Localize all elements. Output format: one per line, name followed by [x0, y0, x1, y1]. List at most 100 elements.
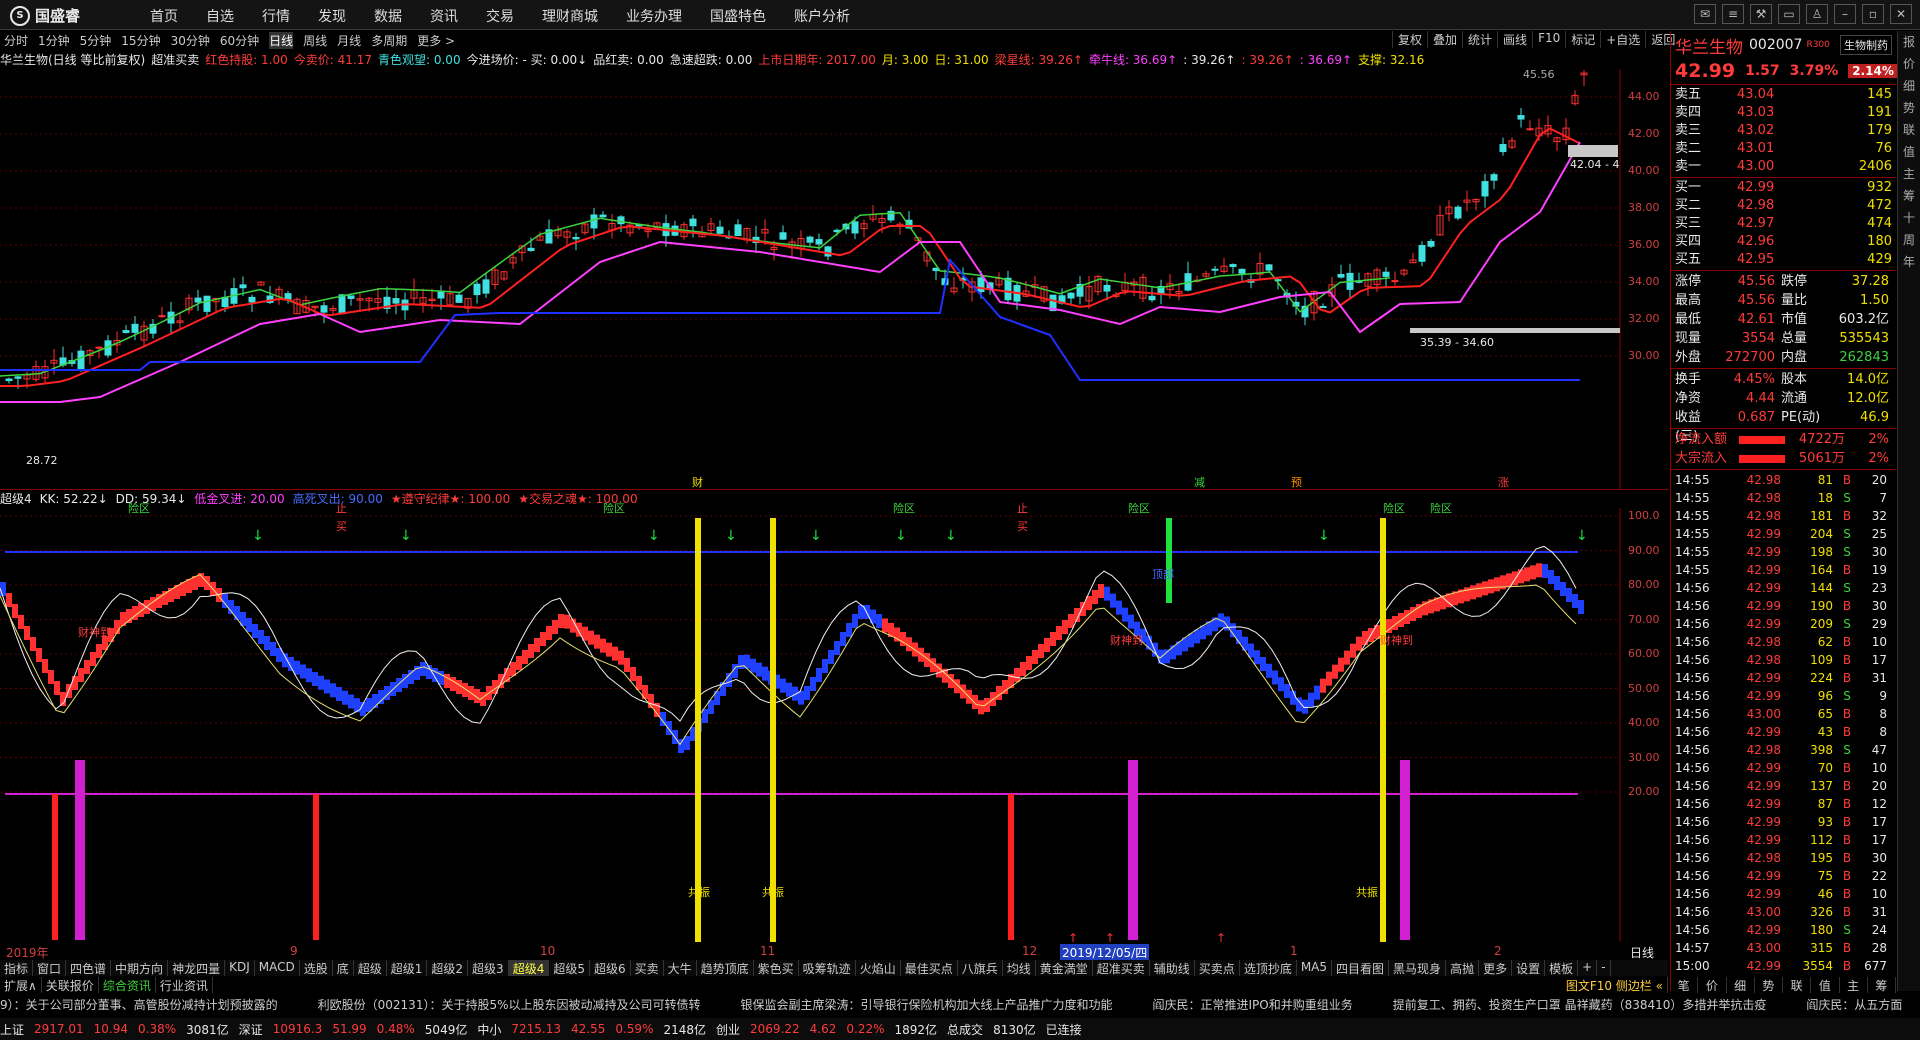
indicator-tab-5[interactable]: KDJ: [225, 960, 255, 976]
indicator-tab-9[interactable]: 超级: [354, 960, 387, 976]
bid-row-2[interactable]: 买三 42.97 474: [1671, 215, 1896, 233]
info-tab-0[interactable]: 扩展∧: [0, 977, 42, 993]
period-7[interactable]: 周线: [303, 32, 327, 49]
sidebar-item-10[interactable]: 年: [1898, 251, 1920, 273]
menu-item-1[interactable]: 自选: [206, 6, 234, 26]
sidebar-item-6[interactable]: 主: [1898, 163, 1920, 185]
menu-item-6[interactable]: 交易: [486, 6, 514, 26]
bid-row-0[interactable]: 买一 42.99 932: [1671, 179, 1896, 197]
menu-item-4[interactable]: 数据: [374, 6, 402, 26]
sidebar-item-7[interactable]: 筹: [1898, 185, 1920, 207]
indicator-tab-24[interactable]: 均线: [1003, 960, 1036, 976]
indicator-tab-32[interactable]: 黑马现身: [1389, 960, 1447, 976]
message-icon[interactable]: ✉: [1694, 4, 1716, 24]
menu-item-2[interactable]: 行情: [262, 6, 290, 26]
menu-item-5[interactable]: 资讯: [430, 6, 458, 26]
indicator-tab-21[interactable]: 火焰山: [856, 960, 901, 976]
tick-row-6[interactable]: 14:56 42.99 144 S 23: [1671, 579, 1896, 597]
tick-row-11[interactable]: 14:56 42.99 224 B 31: [1671, 669, 1896, 687]
sidebar-item-1[interactable]: 价: [1898, 53, 1920, 75]
tool-icon[interactable]: ⚒: [1750, 4, 1772, 24]
tick-row-25[interactable]: 14:56 42.99 180 S 24: [1671, 921, 1896, 939]
menu-icon[interactable]: ≡: [1722, 4, 1744, 24]
indicator-tab-4[interactable]: 神龙四量: [168, 960, 226, 976]
sidebar-item-3[interactable]: 势: [1898, 97, 1920, 119]
period-3[interactable]: 15分钟: [121, 32, 160, 49]
indicator-tab-10[interactable]: 超级1: [387, 960, 428, 976]
sidebar-item-9[interactable]: 周: [1898, 229, 1920, 251]
tick-row-14[interactable]: 14:56 42.99 43 B 8: [1671, 723, 1896, 741]
period-2[interactable]: 5分钟: [80, 32, 112, 49]
minimize-icon[interactable]: –: [1834, 4, 1856, 24]
menu-item-7[interactable]: 理财商城: [542, 6, 598, 26]
indicator-tab-13[interactable]: 超级4: [508, 960, 550, 976]
bid-row-1[interactable]: 买二 42.98 472: [1671, 197, 1896, 215]
tick-row-23[interactable]: 14:56 42.99 46 B 10: [1671, 885, 1896, 903]
panel-tab-4[interactable]: 联: [1783, 977, 1812, 993]
panel-tab-7[interactable]: 筹: [1868, 977, 1896, 993]
bid-row-3[interactable]: 买四 42.96 180: [1671, 233, 1896, 251]
tick-list[interactable]: 14:55 42.98 81 B 20 14:55 42.98 18 S 7 14:55 42.98 1…: [1671, 471, 1896, 975]
indicator-tab-19[interactable]: 紫色买: [754, 960, 799, 976]
sidebar-item-8[interactable]: 十: [1898, 207, 1920, 229]
tab-control-1[interactable]: +: [1578, 960, 1598, 976]
news-item-1[interactable]: 利欧股份（002131）：关于持股5%以上股东因被动减持及公司可转债转: [318, 998, 701, 1012]
sidebar-item-5[interactable]: 值: [1898, 141, 1920, 163]
ask-row-4[interactable]: 卖一 43.00 2406: [1671, 158, 1896, 176]
period-6[interactable]: 日线: [269, 32, 294, 49]
period-8[interactable]: 月线: [337, 32, 361, 49]
indicator-tab-0[interactable]: 指标: [0, 960, 34, 976]
ask-row-1[interactable]: 卖四 43.03 191: [1671, 104, 1896, 122]
panel-tab-5[interactable]: 值: [1811, 977, 1840, 993]
indicator-tab-22[interactable]: 最佳买点: [901, 960, 958, 976]
period-10[interactable]: 更多 >: [417, 32, 455, 49]
indicator-tab-31[interactable]: 四目看图: [1332, 960, 1390, 976]
tick-row-5[interactable]: 14:55 42.99 164 B 19: [1671, 561, 1896, 579]
maximize-icon[interactable]: ▫: [1862, 4, 1884, 24]
news-item-2[interactable]: 银保监会副主席梁涛：引导银行保险机构加大线上产品推广力度和功能: [741, 998, 1113, 1012]
panel-tab-1[interactable]: 价: [1698, 977, 1727, 993]
indicator-tab-20[interactable]: 吸筹轨迹: [799, 960, 856, 976]
tool-button-2[interactable]: 统计: [1462, 31, 1497, 48]
ask-row-0[interactable]: 卖五 43.04 145: [1671, 86, 1896, 104]
close-icon[interactable]: ✕: [1890, 4, 1912, 24]
tick-row-0[interactable]: 14:55 42.98 81 B 20: [1671, 471, 1896, 489]
tick-row-18[interactable]: 14:56 42.99 87 B 12: [1671, 795, 1896, 813]
tick-row-8[interactable]: 14:56 42.99 209 S 29: [1671, 615, 1896, 633]
tick-row-10[interactable]: 14:56 42.98 109 B 17: [1671, 651, 1896, 669]
app-logo[interactable]: S 国盛睿: [10, 5, 80, 26]
indicator-tab-6[interactable]: MACD: [255, 960, 300, 976]
tick-row-4[interactable]: 14:55 42.99 198 S 30: [1671, 543, 1896, 561]
tick-row-12[interactable]: 14:56 42.99 96 S 9: [1671, 687, 1896, 705]
industry-tag[interactable]: 生物制药: [1840, 35, 1892, 55]
tick-row-26[interactable]: 14:57 43.00 315 B 28: [1671, 939, 1896, 957]
tick-row-13[interactable]: 14:56 43.00 65 B 8: [1671, 705, 1896, 723]
indicator-tab-7[interactable]: 选股: [300, 960, 333, 976]
tool-button-3[interactable]: 画线: [1497, 31, 1532, 48]
indicator-name[interactable]: 超级4: [0, 492, 32, 506]
tick-row-17[interactable]: 14:56 42.99 137 B 20: [1671, 777, 1896, 795]
indicator-tab-27[interactable]: 辅助线: [1150, 960, 1195, 976]
tool-button-5[interactable]: 标记: [1565, 31, 1600, 48]
tool-button-1[interactable]: 叠加: [1427, 31, 1462, 48]
tab-control-2[interactable]: -: [1597, 960, 1611, 976]
indicator-tab-2[interactable]: 四色谱: [66, 960, 112, 976]
panel-tab-2[interactable]: 细: [1727, 977, 1755, 993]
indicator-tab-23[interactable]: 八旗兵: [958, 960, 1003, 976]
screen-icon[interactable]: ▭: [1778, 4, 1800, 24]
sidebar-toggle[interactable]: 图文F10 侧边栏 «: [1562, 977, 1668, 993]
tool-button-6[interactable]: +自选: [1600, 31, 1645, 48]
indicator-tab-25[interactable]: 黄金満堂: [1036, 960, 1093, 976]
period-4[interactable]: 30分钟: [171, 32, 210, 49]
indicator-tab-18[interactable]: 趋势顶底: [697, 960, 754, 976]
indicator-tab-33[interactable]: 高抛: [1446, 960, 1480, 976]
indicator-tab-12[interactable]: 超级3: [468, 960, 509, 976]
tick-row-15[interactable]: 14:56 42.98 398 S 47: [1671, 741, 1896, 759]
ask-row-3[interactable]: 卖二 43.01 76: [1671, 140, 1896, 158]
info-tab-3[interactable]: 行业资讯: [156, 977, 213, 993]
period-9[interactable]: 多周期: [371, 32, 407, 49]
tool-button-0[interactable]: 复权: [1392, 31, 1427, 48]
indicator-tab-11[interactable]: 超级2: [427, 960, 469, 976]
event-jian[interactable]: 减: [1194, 474, 1205, 490]
tick-row-19[interactable]: 14:56 42.99 93 B 17: [1671, 813, 1896, 831]
